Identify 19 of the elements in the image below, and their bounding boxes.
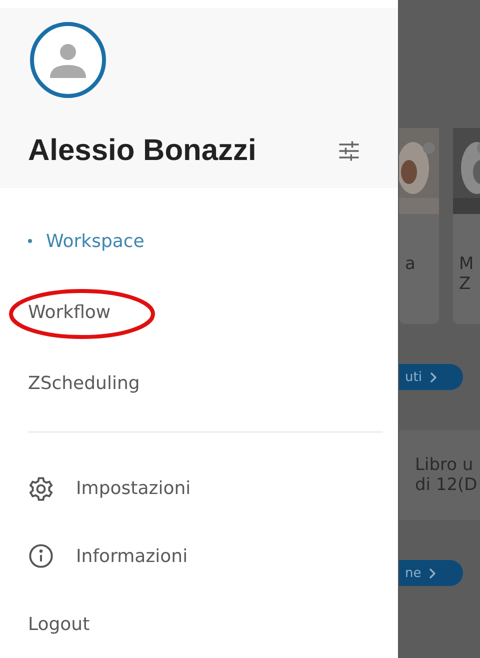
info-icon xyxy=(28,543,54,570)
chevron-icon xyxy=(429,568,436,578)
settings-icon xyxy=(28,476,54,502)
menu-item[interactable]: Informazioni xyxy=(0,522,398,590)
avatar-icon xyxy=(28,20,108,100)
action-button[interactable]: uti xyxy=(399,364,463,390)
menu-item[interactable]: Impostazioni xyxy=(0,454,398,523)
user-name: Alessio Bonazzi xyxy=(28,134,256,168)
menu-item[interactable]: Logout xyxy=(0,590,398,658)
card-text: M xyxy=(459,254,475,274)
action-button[interactable]: ne xyxy=(399,560,463,586)
article-title: di 12(D xyxy=(415,475,478,495)
selected-dot-icon xyxy=(28,239,32,244)
article-title: Libro u xyxy=(415,455,474,475)
menu-item[interactable]: ZScheduling xyxy=(28,368,140,398)
card-text: a xyxy=(405,254,416,274)
card-text: Z xyxy=(459,274,472,294)
chevron-icon xyxy=(430,372,437,382)
menu-item[interactable]: Workspace xyxy=(28,226,144,256)
